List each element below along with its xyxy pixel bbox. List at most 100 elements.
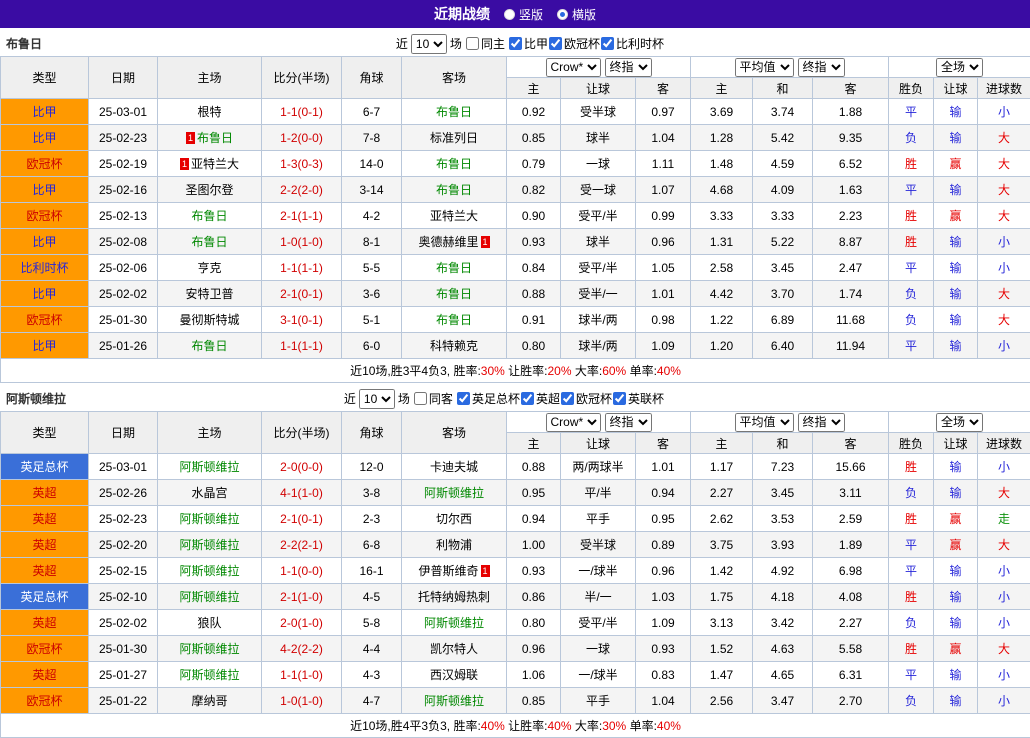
average-select[interactable]: 平均值 (735, 58, 794, 77)
away-team-name[interactable]: 布鲁日 (436, 183, 472, 197)
away-team-name[interactable]: 凯尔特人 (430, 642, 478, 656)
league-checkbox-input[interactable] (457, 392, 470, 405)
same-venue-filter[interactable]: 同主 (465, 35, 505, 52)
home-team-name[interactable]: 阿斯顿维拉 (179, 590, 239, 604)
away-team-cell: 科特赖克 (402, 333, 507, 359)
home-team-name[interactable]: 布鲁日 (191, 209, 227, 223)
home-team-name[interactable]: 阿斯顿维拉 (179, 642, 239, 656)
avg-odds-away: 2.59 (813, 506, 889, 532)
sub-handicap: 让球 (561, 433, 636, 454)
table-foot: 近10场,胜3平4负3, 胜率:30% 让胜率:20% 大率:60% 单率:40… (1, 359, 1030, 383)
bookmaker-select[interactable]: Crow* (546, 413, 601, 432)
league-filter-checkbox[interactable]: 英联杯 (612, 390, 664, 407)
home-team-name[interactable]: 亨克 (197, 261, 221, 275)
home-team-name[interactable]: 布鲁日 (191, 235, 227, 249)
home-team-name[interactable]: 阿斯顿维拉 (179, 538, 239, 552)
league-filter-checkbox[interactable]: 英足总杯 (456, 390, 520, 407)
away-team-name[interactable]: 切尔西 (436, 512, 472, 526)
handicap-result: 输 (934, 688, 978, 714)
sub-result: 胜负 (889, 433, 934, 454)
home-team-name[interactable]: 曼彻斯特城 (179, 313, 239, 327)
bookmaker-select[interactable]: Crow* (546, 58, 601, 77)
league-filter-checkbox[interactable]: 欧冠杯 (548, 35, 600, 52)
away-team-name[interactable]: 布鲁日 (436, 261, 472, 275)
handicap-odds-away: 0.97 (636, 99, 691, 125)
away-team-name[interactable]: 阿斯顿维拉 (424, 694, 484, 708)
away-team-name[interactable]: 布鲁日 (436, 157, 472, 171)
handicap-stage-select[interactable]: 终指 (605, 58, 652, 77)
layout-horizontal-radio[interactable]: 横版 (557, 6, 596, 23)
league-filter-checkbox[interactable]: 欧冠杯 (560, 390, 612, 407)
home-team-name[interactable]: 根特 (197, 105, 221, 119)
home-team-name[interactable]: 水晶宫 (191, 486, 227, 500)
average-stage-select[interactable]: 终指 (798, 58, 845, 77)
away-team-name[interactable]: 阿斯顿维拉 (424, 486, 484, 500)
layout-vertical-radio[interactable]: 竖版 (504, 6, 543, 23)
home-team-name[interactable]: 安特卫普 (185, 287, 233, 301)
away-team-name[interactable]: 布鲁日 (436, 313, 472, 327)
avg-odds-away: 4.08 (813, 584, 889, 610)
league-checkbox-input[interactable] (521, 392, 534, 405)
handicap-odds-home: 0.93 (507, 558, 561, 584)
goals-result: 大 (978, 125, 1030, 151)
goals-result: 小 (978, 454, 1030, 480)
recent-count-select[interactable]: 10 (411, 34, 447, 54)
league-filter-checkbox[interactable]: 比甲 (508, 35, 548, 52)
avg-odds-draw: 3.93 (753, 532, 813, 558)
home-team-name[interactable]: 阿斯顿维拉 (179, 668, 239, 682)
home-team-name[interactable]: 圣图尔登 (185, 183, 233, 197)
away-team-name[interactable]: 标准列日 (430, 131, 478, 145)
home-team-name[interactable]: 阿斯顿维拉 (179, 512, 239, 526)
handicap-stage-select[interactable]: 终指 (605, 413, 652, 432)
away-team-name[interactable]: 阿斯顿维拉 (424, 616, 484, 630)
recent-count-select[interactable]: 10 (359, 389, 395, 409)
average-stage-select[interactable]: 终指 (798, 413, 845, 432)
away-team-name[interactable]: 亚特兰大 (430, 209, 478, 223)
avg-odds-away: 2.23 (813, 203, 889, 229)
handicap-odds-home: 0.88 (507, 454, 561, 480)
home-team-name[interactable]: 阿斯顿维拉 (179, 564, 239, 578)
league-checkbox-input[interactable] (561, 392, 574, 405)
home-team-name[interactable]: 狼队 (197, 616, 221, 630)
away-team-name[interactable]: 布鲁日 (436, 105, 472, 119)
away-team-name[interactable]: 托特纳姆热刺 (418, 590, 490, 604)
home-team-name[interactable]: 布鲁日 (191, 339, 227, 353)
same-venue-checkbox[interactable] (414, 392, 427, 405)
away-team-name[interactable]: 布鲁日 (436, 287, 472, 301)
league-checkbox-input[interactable] (613, 392, 626, 405)
corner-score: 3-14 (342, 177, 402, 203)
match-score: 3-1(0-1) (262, 307, 342, 333)
match-result: 胜 (889, 203, 934, 229)
match-result: 平 (889, 532, 934, 558)
home-team-name[interactable]: 阿斯顿维拉 (179, 460, 239, 474)
scope-select[interactable]: 全场 (936, 58, 983, 77)
away-team-name[interactable]: 利物浦 (436, 538, 472, 552)
league-checkbox-input[interactable] (601, 37, 614, 50)
same-venue-checkbox[interactable] (466, 37, 479, 50)
league-checkbox-input[interactable] (549, 37, 562, 50)
league-filter-checkbox[interactable]: 英超 (520, 390, 560, 407)
scope-select[interactable]: 全场 (936, 413, 983, 432)
avg-odds-home: 1.48 (691, 151, 753, 177)
home-team-name[interactable]: 摩纳哥 (191, 694, 227, 708)
away-team-name[interactable]: 卡迪夫城 (430, 460, 478, 474)
away-team-name[interactable]: 奥德赫维里 (418, 235, 478, 249)
handicap-odds-away: 1.11 (636, 151, 691, 177)
handicap-line: 一/球半 (561, 662, 636, 688)
home-team-name[interactable]: 亚特兰大 (191, 157, 239, 171)
same-venue-filter[interactable]: 同客 (413, 390, 453, 407)
home-team-name[interactable]: 布鲁日 (197, 131, 233, 145)
away-team-name[interactable]: 西汉姆联 (430, 668, 478, 682)
average-select[interactable]: 平均值 (735, 413, 794, 432)
away-team-name[interactable]: 科特赖克 (430, 339, 478, 353)
away-team-name[interactable]: 伊普斯维奇 (418, 564, 478, 578)
league-checkbox-input[interactable] (509, 37, 522, 50)
avg-odds-home: 1.31 (691, 229, 753, 255)
avg-odds-draw: 4.59 (753, 151, 813, 177)
league-filter-checkbox[interactable]: 比利时杯 (600, 35, 664, 52)
handicap-result: 输 (934, 662, 978, 688)
match-rows: 英足总杯25-03-01阿斯顿维拉2-0(0-0)12-0卡迪夫城0.88两/两… (1, 454, 1030, 714)
recent-matches-table: 类型 日期 主场 比分(半场) 角球 客场 Crow*终指 平均值终指 全场 主… (0, 411, 1030, 738)
handicap-odds-away: 0.83 (636, 662, 691, 688)
avg-odds-away: 1.63 (813, 177, 889, 203)
